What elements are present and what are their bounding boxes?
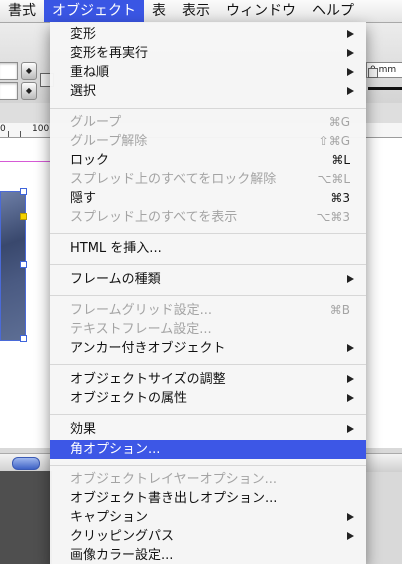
menu-separator [50, 465, 366, 466]
submenu-arrow-icon [347, 513, 354, 521]
panel-dock [0, 471, 52, 564]
menu-item-object-layer-options: オブジェクトレイヤーオプション... [50, 470, 366, 489]
submenu-arrow-icon [347, 87, 354, 95]
menu-item-label: オブジェクトの属性 [70, 391, 188, 406]
x-position-field[interactable] [0, 62, 18, 80]
submenu-arrow-icon [347, 425, 354, 433]
submenu-arrow-icon [347, 375, 354, 383]
menu-item-export-options[interactable]: オブジェクト書き出しオプション... [50, 489, 366, 508]
menu-bar: 書式 オブジェクト 表 表示 ウィンドウ ヘルプ [0, 0, 402, 23]
menu-item-group: グループ ⌘G [50, 113, 366, 132]
menu-item-effects[interactable]: 効果 [50, 420, 366, 439]
menu-separator [50, 264, 366, 265]
menu-separator [50, 364, 366, 365]
menu-separator [50, 108, 366, 109]
selection-handle[interactable] [20, 188, 27, 195]
menu-item-image-color-settings[interactable]: 画像カラー設定... [50, 546, 366, 564]
menu-item-label: HTML を挿入... [70, 241, 162, 256]
menu-object[interactable]: オブジェクト [44, 0, 144, 22]
menu-item-label: 変形 [70, 27, 97, 42]
y-position-field[interactable] [0, 82, 18, 100]
menu-help[interactable]: ヘルプ [304, 0, 362, 22]
menu-item-captions[interactable]: キャプション [50, 508, 366, 527]
y-stepper[interactable]: ◆ [21, 82, 37, 100]
submenu-arrow-icon [347, 30, 354, 38]
menu-item-label: オブジェクトサイズの調整 [70, 372, 226, 387]
menu-item-object-attributes[interactable]: オブジェクトの属性 [50, 389, 366, 408]
menu-item-transform-again[interactable]: 変形を再実行 [50, 44, 366, 63]
ruler-tick [8, 131, 9, 137]
x-stepper[interactable]: ◆ [21, 62, 37, 80]
menu-item-label: グループ [70, 115, 122, 130]
ruler-label: 0 [0, 124, 6, 134]
submenu-arrow-icon [347, 275, 354, 283]
menu-item-shortcut: ⌥⌘3 [316, 210, 350, 224]
menu-separator [50, 295, 366, 296]
menu-item-label: 選択 [70, 84, 97, 99]
menu-item-shortcut: ⌘G [328, 115, 350, 129]
menu-item-label: 変形を再実行 [70, 46, 149, 61]
menu-item-text-frame-options: テキストフレーム設定... [50, 320, 366, 339]
submenu-arrow-icon [347, 344, 354, 352]
margin-guide [0, 161, 50, 162]
selection-handle[interactable] [20, 261, 27, 268]
menu-item-ungroup: グループ解除 ⇧⌘G [50, 132, 366, 151]
menu-item-anchored-object[interactable]: アンカー付きオブジェクト [50, 339, 366, 358]
menu-item-label: 角オプション... [70, 442, 161, 457]
menu-item-label: オブジェクト書き出しオプション... [70, 491, 278, 506]
menu-item-fitting[interactable]: オブジェクトサイズの調整 [50, 370, 366, 389]
menu-item-label: アンカー付きオブジェクト [70, 341, 226, 356]
submenu-arrow-icon [347, 532, 354, 540]
menu-item-hide[interactable]: 隠す ⌘3 [50, 189, 366, 208]
ruler-label: 100 [32, 124, 50, 134]
link-icon[interactable] [368, 68, 378, 78]
menu-separator [50, 414, 366, 415]
menu-item-label: グループ解除 [70, 134, 148, 149]
menu-item-label: 重ね順 [70, 65, 110, 80]
menu-item-label: キャプション [70, 510, 149, 525]
menu-item-label: スプレッド上のすべてをロック解除 [70, 172, 277, 187]
menu-item-shortcut: ⌘3 [330, 191, 350, 205]
submenu-arrow-icon [347, 49, 354, 57]
menu-window[interactable]: ウィンドウ [218, 0, 304, 22]
menu-item-unlock-all: スプレッド上のすべてをロック解除 ⌥⌘L [50, 170, 366, 189]
menu-item-shortcut: ⇧⌘G [318, 134, 350, 148]
stroke-preview [368, 87, 402, 90]
submenu-arrow-icon [347, 68, 354, 76]
menu-item-label: テキストフレーム設定... [70, 322, 212, 337]
menu-table[interactable]: 表 [144, 0, 174, 22]
menu-item-select[interactable]: 選択 [50, 82, 366, 101]
menu-view[interactable]: 表示 [174, 0, 218, 22]
menu-item-label: 効果 [70, 422, 97, 437]
ruler-tick [20, 131, 21, 137]
preview-toggle[interactable] [12, 457, 40, 470]
corner-option-handle[interactable] [20, 213, 27, 220]
menu-item-show-all: スプレッド上のすべてを表示 ⌥⌘3 [50, 208, 366, 227]
menu-item-label: フレームグリッド設定... [70, 303, 213, 318]
submenu-arrow-icon [347, 394, 354, 402]
menu-item-shortcut: ⌥⌘L [317, 172, 350, 186]
menu-item-label: 隠す [70, 191, 97, 206]
menu-separator [50, 233, 366, 234]
menu-item-content-type[interactable]: フレームの種類 [50, 270, 366, 289]
menu-item-insert-html[interactable]: HTML を挿入... [50, 239, 366, 258]
object-menu: 変形 変形を再実行 重ね順 選択 グループ ⌘G グループ解除 ⇧⌘G ロック … [50, 22, 366, 564]
menu-item-lock[interactable]: ロック ⌘L [50, 151, 366, 170]
menu-item-label: ロック [70, 153, 110, 168]
menu-item-corner-options[interactable]: 角オプション... [50, 440, 366, 459]
menu-item-frame-grid-options: フレームグリッド設定... ⌘B [50, 301, 366, 320]
menu-item-label: オブジェクトレイヤーオプション... [70, 472, 278, 487]
menu-item-arrange[interactable]: 重ね順 [50, 63, 366, 82]
menu-format[interactable]: 書式 [0, 0, 44, 22]
menu-item-label: クリッピングパス [70, 529, 175, 544]
menu-item-clipping-path[interactable]: クリッピングパス [50, 527, 366, 546]
menu-item-label: 画像カラー設定... [70, 548, 174, 563]
menu-item-shortcut: ⌘L [331, 153, 350, 167]
menu-item-transform[interactable]: 変形 [50, 25, 366, 44]
selection-handle[interactable] [20, 335, 27, 342]
menu-item-label: フレームの種類 [70, 272, 161, 287]
menu-item-shortcut: ⌘B [329, 303, 350, 317]
menu-item-label: スプレッド上のすべてを表示 [70, 210, 238, 225]
